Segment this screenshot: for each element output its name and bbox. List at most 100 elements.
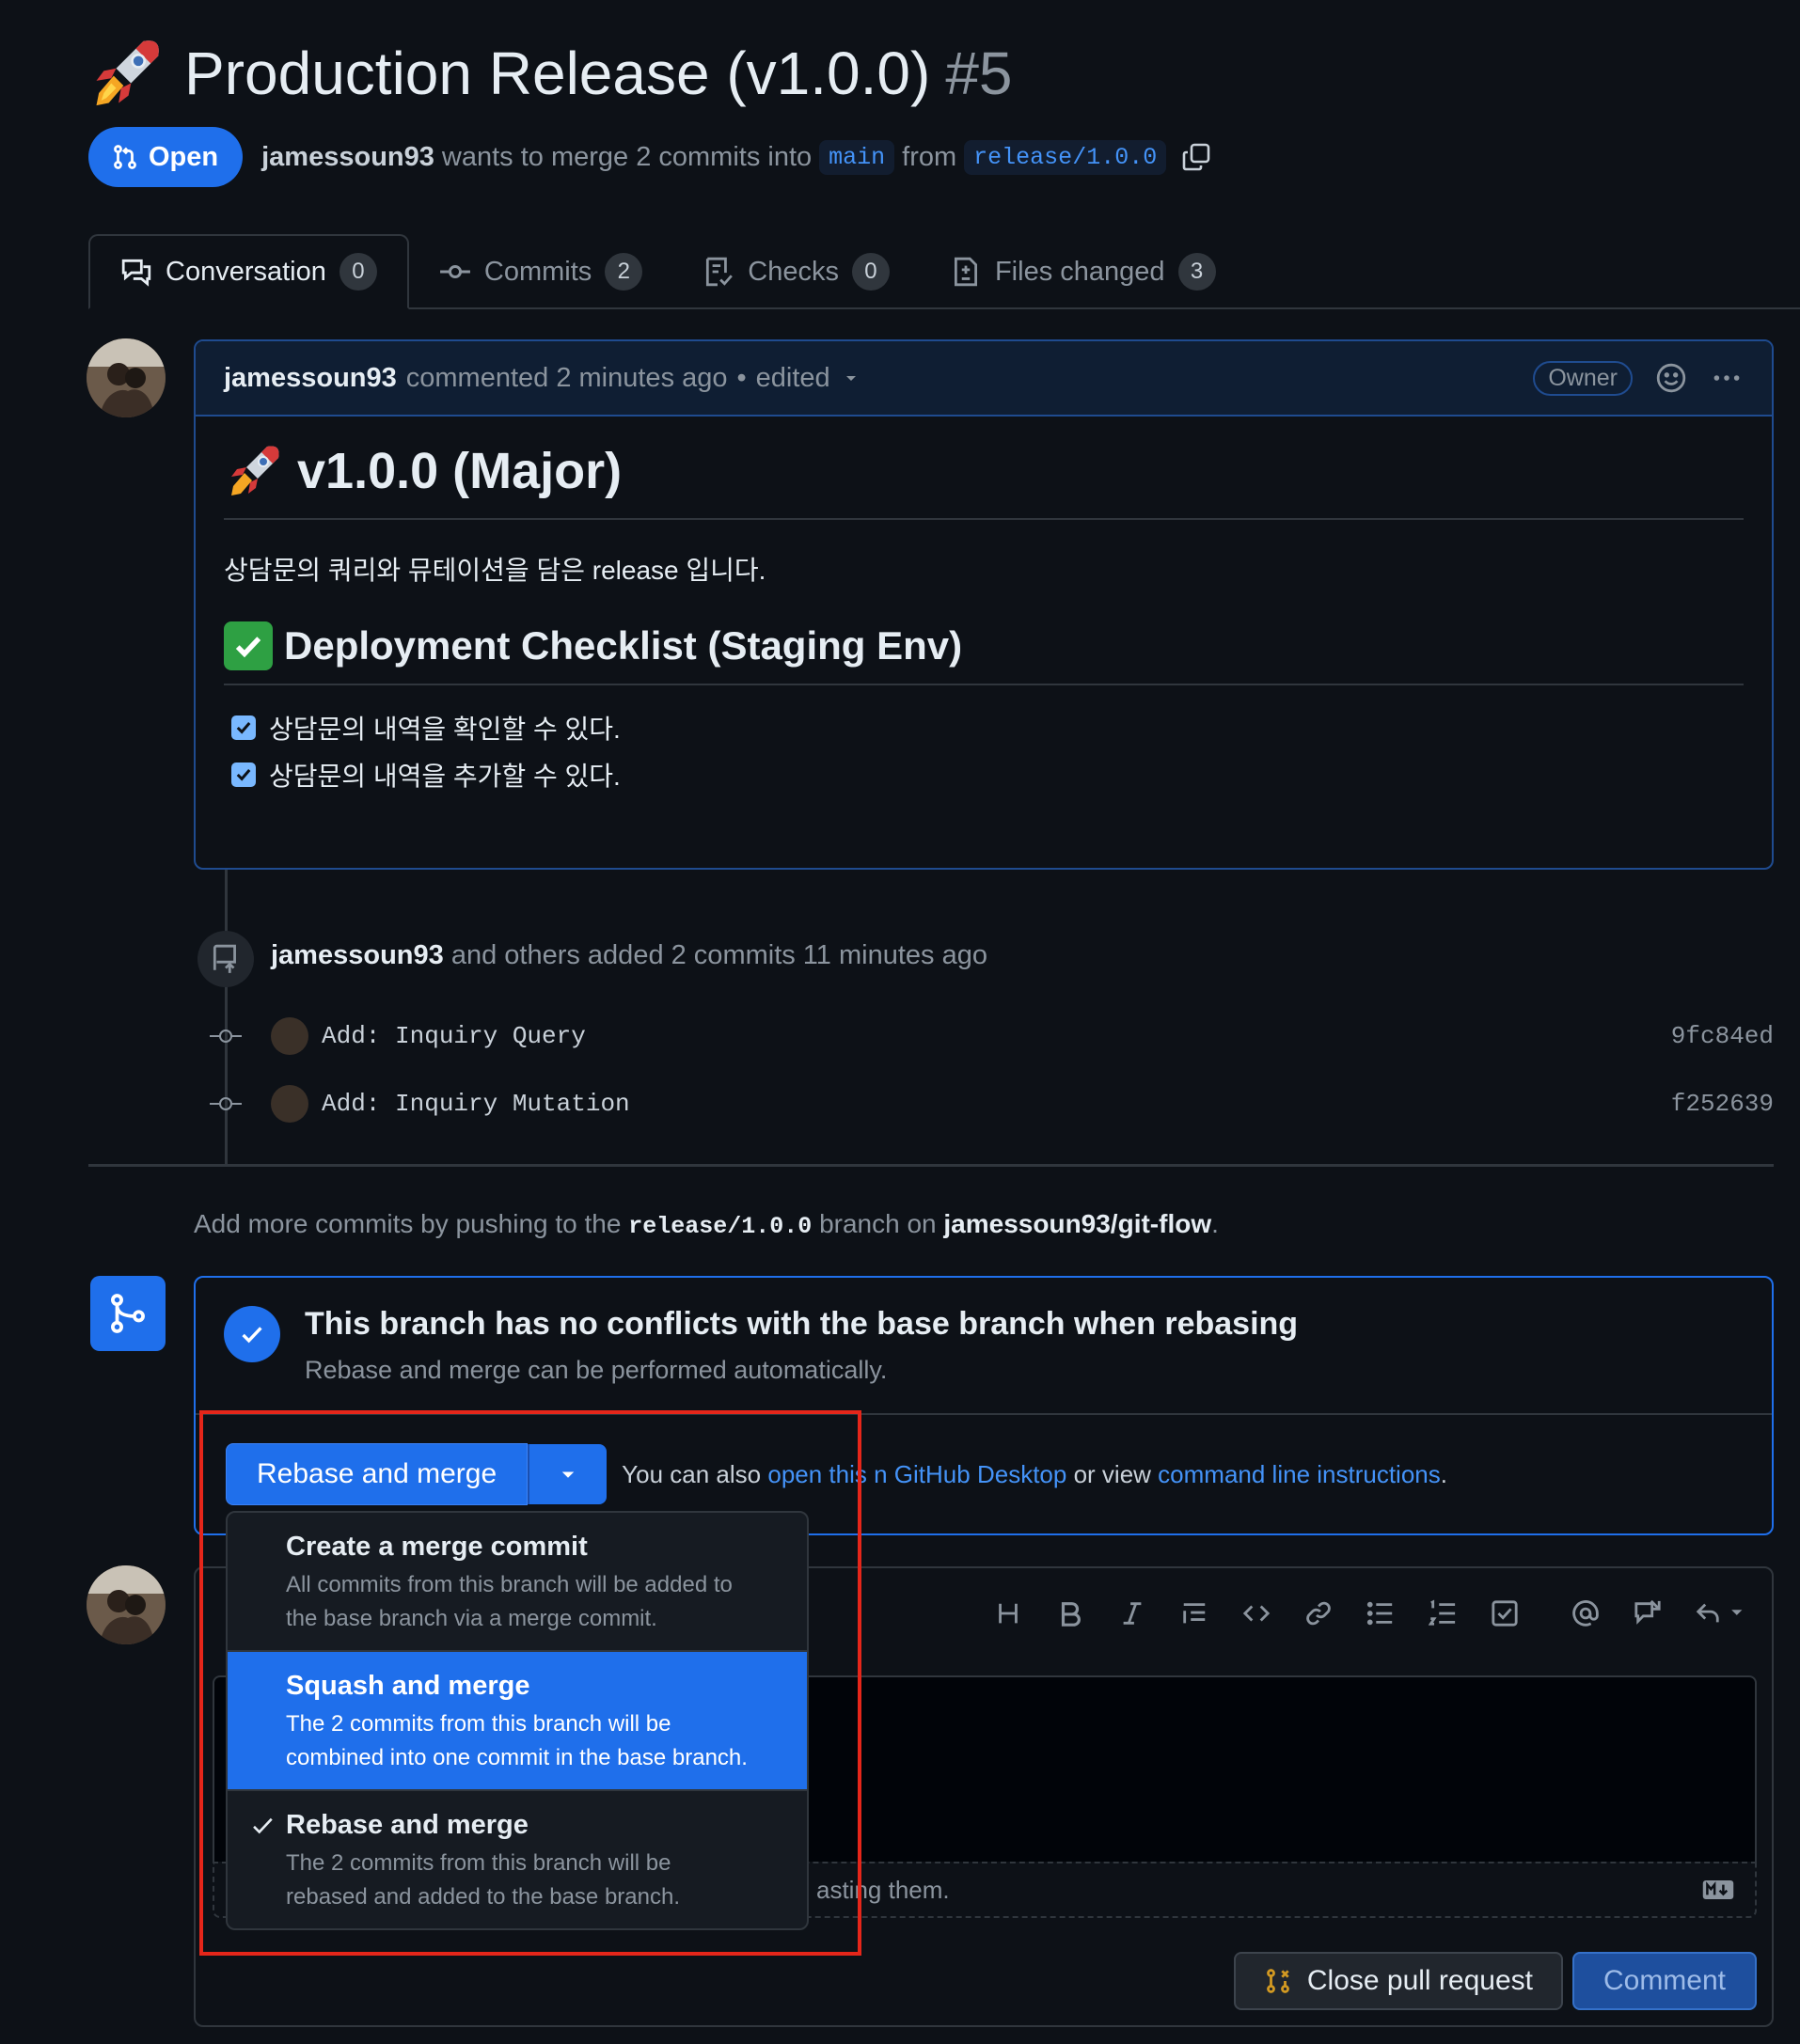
menu-item-description: the base branch via a merge commit. bbox=[286, 1606, 657, 1631]
task-list-item: 상담문의 내역을 추가할 수 있다. bbox=[231, 751, 1744, 798]
edited-dropdown[interactable]: edited bbox=[756, 363, 830, 394]
merge-status-title: This branch has no conflicts with the ba… bbox=[305, 1306, 1299, 1342]
checklist-heading-text: Deployment Checklist (Staging Env) bbox=[284, 623, 963, 668]
file-diff-icon bbox=[954, 257, 977, 287]
chevron-down-icon[interactable] bbox=[844, 370, 859, 385]
pr-author-link[interactable]: jamessoun93 bbox=[261, 142, 434, 173]
menu-item-create-merge-commit[interactable]: Create a merge commit All commits from t… bbox=[228, 1513, 807, 1652]
base-branch[interactable]: main bbox=[819, 139, 895, 175]
task-label: 상담문의 내역을 확인할 수 있다. bbox=[269, 715, 621, 744]
tab-checks[interactable]: Checks 0 bbox=[672, 234, 920, 309]
kebab-horizontal-icon[interactable] bbox=[1710, 362, 1744, 394]
menu-item-squash-and-merge[interactable]: Squash and merge The 2 commits from this… bbox=[228, 1652, 807, 1791]
commit-icon bbox=[209, 1094, 243, 1113]
release-paragraph: 상담문의 쿼리와 뮤테이션을 담은 release 입니다. bbox=[224, 556, 766, 585]
pr-state-label: Open bbox=[149, 141, 219, 172]
tab-files-changed-count: 3 bbox=[1177, 253, 1216, 291]
tab-conversation-label: Conversation bbox=[166, 256, 326, 287]
rocket-icon bbox=[231, 446, 279, 495]
menu-item-title: Rebase and merge bbox=[286, 1810, 529, 1840]
commit-author-avatar[interactable] bbox=[271, 1085, 308, 1123]
hint-middle: branch on bbox=[819, 1209, 937, 1238]
pr-status-row: Open jamessoun93 wants to merge 2 commit… bbox=[88, 127, 1211, 187]
heading-icon[interactable] bbox=[991, 1596, 1025, 1630]
comment-body: v1.0.0 (Major) 상담문의 쿼리와 뮤테이션을 담은 release… bbox=[196, 417, 1772, 823]
owner-badge: Owner bbox=[1533, 360, 1633, 396]
rocket-icon bbox=[96, 40, 159, 106]
tab-commits-count: 2 bbox=[605, 253, 643, 291]
hint-branch: release/1.0.0 bbox=[628, 1213, 813, 1240]
pr-title-text: Production Release (v1.0.0) bbox=[184, 39, 931, 107]
menu-item-rebase-and-merge[interactable]: Rebase and merge The 2 commits from this… bbox=[228, 1791, 807, 1928]
rebase-and-merge-button[interactable]: Rebase and merge bbox=[226, 1443, 529, 1505]
comment-author[interactable]: jamessoun93 bbox=[224, 363, 397, 394]
merge-method-dropdown-button[interactable] bbox=[528, 1444, 608, 1504]
quote-icon[interactable] bbox=[1177, 1596, 1211, 1630]
pr-state-badge: Open bbox=[88, 127, 244, 187]
avatar[interactable] bbox=[87, 1565, 166, 1644]
hint-suffix: . bbox=[1211, 1209, 1219, 1238]
pr-tabs: Conversation 0 Commits 2 Checks 0 Files … bbox=[88, 234, 1246, 309]
menu-item-description: rebased and added to the base branch. bbox=[286, 1884, 680, 1910]
commit-author-avatar[interactable] bbox=[271, 1017, 308, 1055]
tab-files-changed-label: Files changed bbox=[994, 256, 1165, 287]
avatar-photo bbox=[87, 1565, 166, 1644]
tab-files-changed[interactable]: Files changed 3 bbox=[920, 234, 1246, 309]
conversation-icon bbox=[121, 259, 151, 287]
mention-icon[interactable] bbox=[1569, 1596, 1603, 1630]
task-checkbox[interactable] bbox=[231, 715, 256, 740]
merge-box: This branch has no conflicts with the ba… bbox=[194, 1276, 1774, 1535]
reference-icon[interactable] bbox=[1631, 1596, 1665, 1630]
link-icon[interactable] bbox=[1302, 1596, 1335, 1630]
attach-hint: asting them. bbox=[816, 1875, 950, 1904]
avatar[interactable] bbox=[87, 338, 166, 417]
avatar-photo bbox=[87, 338, 166, 417]
release-heading: v1.0.0 (Major) bbox=[224, 441, 1744, 520]
commit-row: Add: Inquiry Query 9fc84ed bbox=[209, 1010, 1774, 1062]
menu-item-title: Create a merge commit bbox=[286, 1532, 588, 1562]
tab-conversation[interactable]: Conversation 0 bbox=[88, 234, 409, 309]
close-pull-request-label: Close pull request bbox=[1306, 1965, 1533, 1996]
menu-item-description: All commits from this branch will be add… bbox=[286, 1572, 733, 1597]
command-line-instructions-link[interactable]: command line instructions bbox=[1158, 1460, 1441, 1488]
smiley-icon[interactable] bbox=[1655, 362, 1687, 394]
commit-sha[interactable]: f252639 bbox=[1671, 1090, 1774, 1118]
task-checkbox[interactable] bbox=[231, 763, 256, 787]
git-pull-request-closed-icon bbox=[1266, 1969, 1289, 1993]
menu-item-description: The 2 commits from this branch will be bbox=[286, 1850, 671, 1876]
comment-meta: commented 2 minutes ago bbox=[405, 362, 728, 393]
triangle-down-icon bbox=[561, 1471, 575, 1478]
task-label: 상담문의 내역을 추가할 수 있다. bbox=[269, 762, 621, 791]
or-view-text: or view bbox=[1073, 1459, 1151, 1488]
commit-row: Add: Inquiry Mutation f252639 bbox=[209, 1077, 1774, 1130]
italic-icon[interactable] bbox=[1115, 1596, 1149, 1630]
comment-button[interactable]: Comment bbox=[1572, 1952, 1757, 2010]
ordered-list-icon[interactable] bbox=[1426, 1596, 1460, 1630]
commit-message[interactable]: Add: Inquiry Query bbox=[322, 1022, 586, 1050]
merge-separator bbox=[196, 1413, 1772, 1415]
task-list-icon[interactable] bbox=[1488, 1596, 1522, 1630]
check-mark-emoji-icon bbox=[224, 621, 273, 670]
tab-commits[interactable]: Commits 2 bbox=[409, 234, 672, 309]
copy-icon[interactable] bbox=[1181, 142, 1211, 172]
head-branch[interactable]: release/1.0.0 bbox=[964, 139, 1167, 175]
unordered-list-icon[interactable] bbox=[1364, 1596, 1397, 1630]
github-desktop-link[interactable]: n GitHub Desktop bbox=[874, 1460, 1066, 1488]
release-heading-text: v1.0.0 (Major) bbox=[297, 443, 623, 499]
check-circle-icon bbox=[224, 1306, 280, 1362]
event-author[interactable]: jamessoun93 bbox=[271, 940, 444, 970]
commit-icon bbox=[209, 1027, 243, 1046]
bold-icon[interactable] bbox=[1053, 1596, 1087, 1630]
close-pull-request-button[interactable]: Close pull request bbox=[1233, 1952, 1563, 2010]
merge-status-subtitle: Rebase and merge can be performed automa… bbox=[305, 1356, 888, 1384]
open-link[interactable]: open this bbox=[767, 1460, 867, 1488]
reply-icon[interactable] bbox=[1693, 1596, 1749, 1630]
git-merge-icon bbox=[111, 1294, 145, 1333]
commit-sha[interactable]: 9fc84ed bbox=[1671, 1022, 1774, 1050]
from-word: from bbox=[902, 141, 957, 172]
code-icon[interactable] bbox=[1239, 1596, 1273, 1630]
repo-push-badge bbox=[197, 931, 254, 987]
commit-message[interactable]: Add: Inquiry Mutation bbox=[322, 1090, 630, 1118]
tab-conversation-count: 0 bbox=[339, 253, 377, 291]
task-list-item: 상담문의 내역을 확인할 수 있다. bbox=[231, 704, 1744, 751]
